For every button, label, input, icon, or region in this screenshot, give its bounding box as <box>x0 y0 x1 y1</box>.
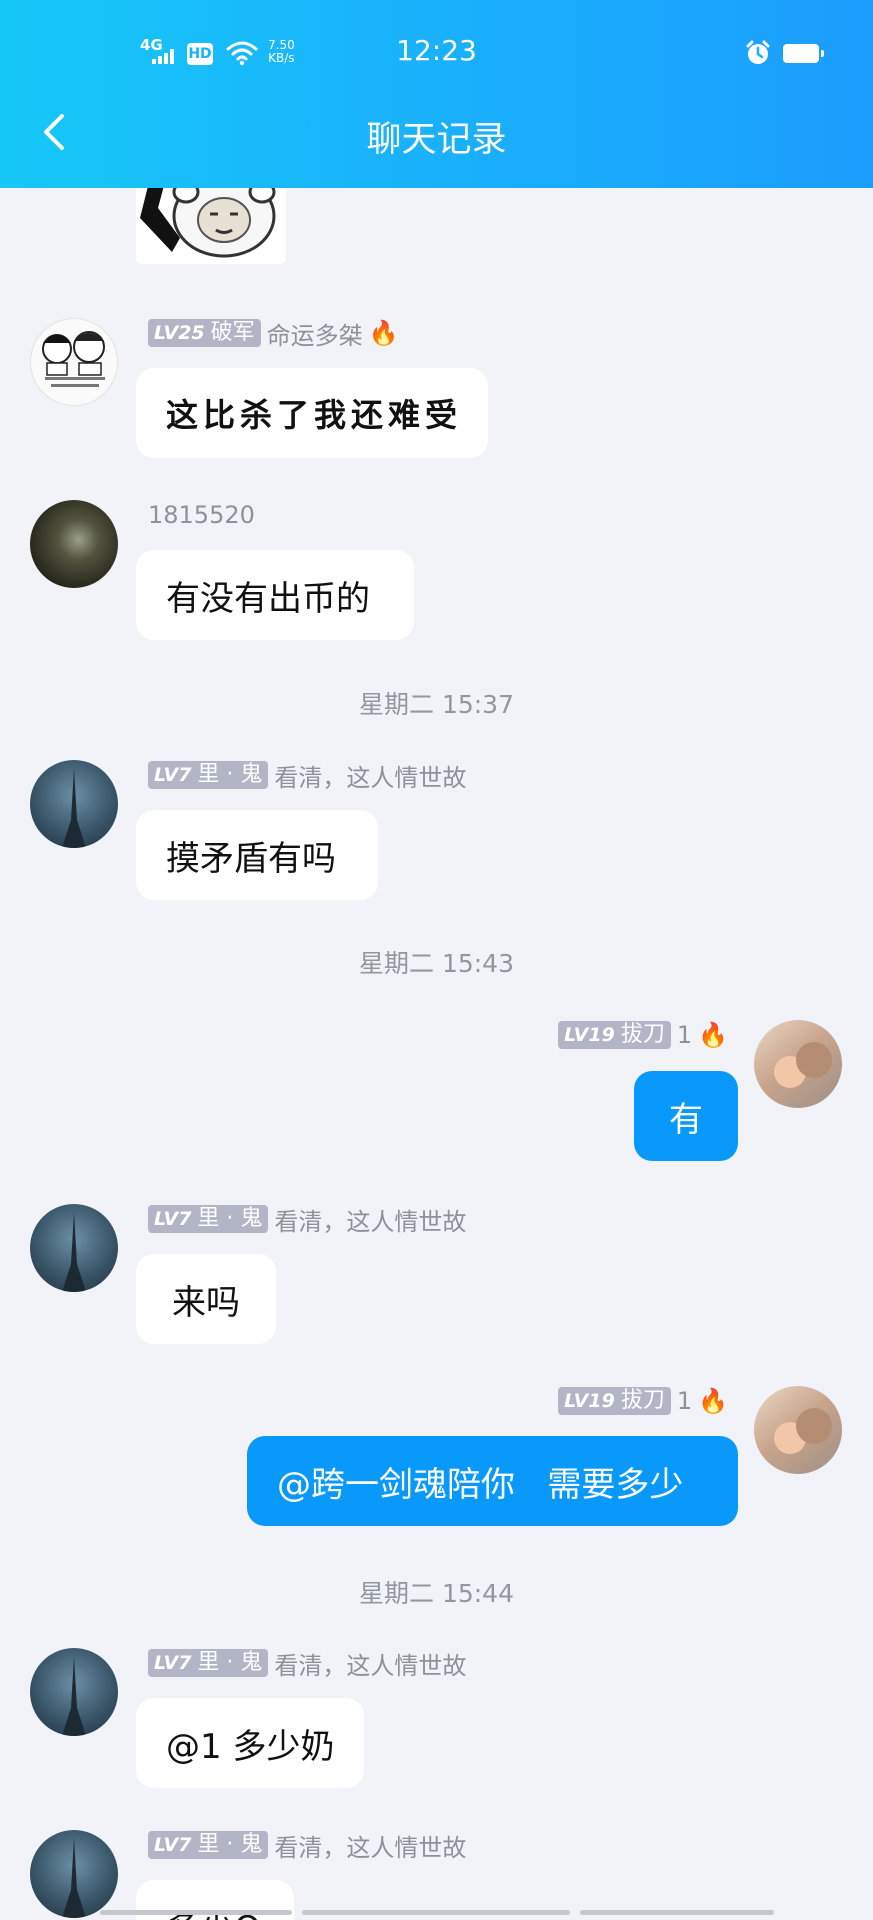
my-message-bubble[interactable]: 有 <box>634 1071 738 1161</box>
tower-avatar-icon <box>62 1656 86 1736</box>
level-label: LV19 <box>564 1024 615 1046</box>
message-meta: LV19 拔刀 1 🔥 <box>558 1020 728 1050</box>
status-bar: 4G HD 7.50 KB/s 12:23 <box>0 0 873 100</box>
title-label: 拔刀 <box>620 1388 665 1413</box>
fire-icon: 🔥 <box>368 319 399 347</box>
scroll-indicator <box>100 1910 292 1915</box>
scroll-indicator <box>580 1910 774 1915</box>
message-meta: LV7 里 · 鬼 看清，这人情世故 <box>148 1646 466 1681</box>
level-badge: LV7 里 · 鬼 <box>148 1649 269 1677</box>
message-meta: LV7 里 · 鬼 看清，这人情世故 <box>148 758 466 793</box>
avatar[interactable] <box>30 1648 118 1736</box>
baby-photo-icon <box>774 1408 832 1454</box>
page-title: 聊天记录 <box>366 120 507 160</box>
my-avatar[interactable] <box>754 1020 842 1108</box>
sticker-message[interactable] <box>136 188 286 264</box>
title-label: 破军 <box>210 320 255 345</box>
bear-sticker-icon <box>140 188 276 258</box>
username[interactable]: 看清，这人情世故 <box>274 1202 466 1237</box>
clock: 12:23 <box>396 34 477 67</box>
level-badge: LV19 拔刀 <box>558 1021 671 1049</box>
avatar[interactable] <box>30 1830 118 1918</box>
timestamp: 星期二 15:43 <box>359 949 514 978</box>
username[interactable]: 看清，这人情世故 <box>274 758 466 793</box>
username[interactable]: 看清，这人情世故 <box>274 1828 466 1863</box>
level-label: LV25 <box>154 322 205 344</box>
level-label: LV7 <box>154 764 192 786</box>
message-bubble[interactable]: 摸矛盾有吗 <box>136 810 378 900</box>
level-label: LV19 <box>564 1390 615 1412</box>
username[interactable]: 1 <box>677 1021 692 1049</box>
level-badge: LV7 里 · 鬼 <box>148 1831 269 1859</box>
level-badge: LV7 里 · 鬼 <box>148 1205 269 1233</box>
level-badge: LV25 破军 <box>148 319 261 347</box>
message-bubble[interactable]: 来吗 <box>136 1254 276 1344</box>
timestamp: 星期二 15:37 <box>359 690 514 719</box>
top-bar: 4G HD 7.50 KB/s 12:23 聊天记录 <box>0 0 873 188</box>
my-avatar[interactable] <box>754 1386 842 1474</box>
avatar[interactable] <box>30 500 118 588</box>
chat-history[interactable]: LV25 破军 命运多桀 🔥 这比杀了我还难受 1815520 有没有出币的 星… <box>0 188 873 1920</box>
message-bubble[interactable]: 有没有出币的 <box>136 550 414 640</box>
title-label: 里 · 鬼 <box>197 1832 263 1857</box>
level-badge: LV7 里 · 鬼 <box>148 761 269 789</box>
message-bubble[interactable]: @1 多少奶 <box>136 1698 364 1788</box>
username[interactable]: 1815520 <box>148 501 255 529</box>
avatar[interactable] <box>30 760 118 848</box>
level-badge: LV19 拔刀 <box>558 1387 671 1415</box>
level-label: LV7 <box>154 1208 192 1230</box>
username[interactable]: 命运多桀 <box>267 316 363 351</box>
fire-icon: 🔥 <box>698 1387 728 1415</box>
fire-icon: 🔥 <box>698 1021 728 1049</box>
tower-avatar-icon <box>62 1838 86 1918</box>
my-message-bubble[interactable]: @跨一剑魂陪你 需要多少 <box>247 1436 738 1526</box>
title-label: 里 · 鬼 <box>197 762 263 787</box>
username[interactable]: 看清，这人情世故 <box>274 1646 466 1681</box>
title-label: 里 · 鬼 <box>197 1206 263 1231</box>
message-meta: LV25 破军 命运多桀 🔥 <box>148 316 399 351</box>
battery-icon <box>783 44 824 63</box>
level-label: LV7 <box>154 1834 192 1856</box>
avatar[interactable] <box>30 318 118 406</box>
avatar[interactable] <box>30 1204 118 1292</box>
tower-avatar-icon <box>62 1212 86 1292</box>
username[interactable]: 1 <box>677 1387 692 1415</box>
level-label: LV7 <box>154 1652 192 1674</box>
tower-avatar-icon <box>62 768 86 848</box>
message-bubble[interactable]: 这比杀了我还难受 <box>136 368 488 458</box>
baby-photo-icon <box>774 1042 832 1088</box>
title-label: 拔刀 <box>620 1022 665 1047</box>
timestamp: 星期二 15:44 <box>359 1579 514 1608</box>
scroll-indicator <box>302 1910 570 1915</box>
title-label: 里 · 鬼 <box>197 1650 263 1675</box>
message-meta: LV7 里 · 鬼 看清，这人情世故 <box>148 1202 466 1237</box>
alarm-icon <box>746 40 770 64</box>
message-meta: LV19 拔刀 1 🔥 <box>558 1386 728 1416</box>
meme-avatar-icon <box>42 331 105 387</box>
message-meta: LV7 里 · 鬼 看清，这人情世故 <box>148 1828 466 1863</box>
message-meta: 1815520 <box>148 500 255 530</box>
